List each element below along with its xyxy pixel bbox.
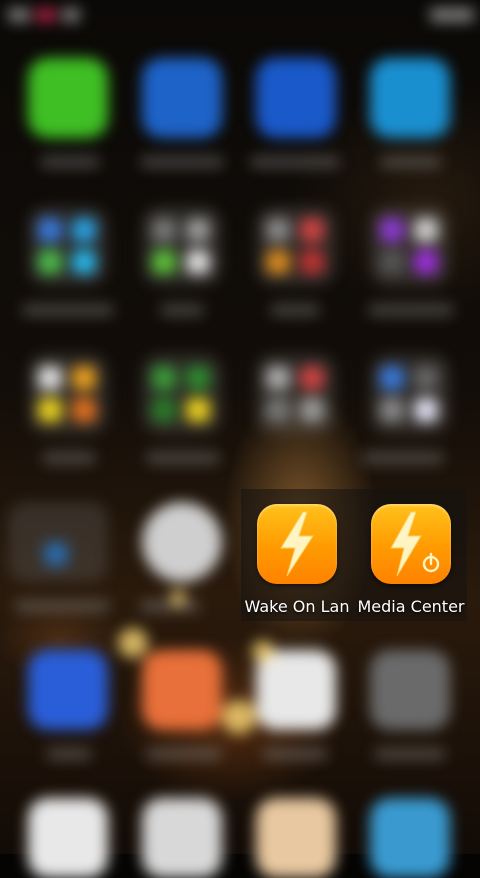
app-folder[interactable] [142, 206, 222, 286]
blurred-home-screen [0, 0, 480, 878]
media-center-app-icon[interactable] [371, 504, 451, 584]
lightning-bolt-power-icon [390, 511, 440, 577]
bokeh-light [222, 700, 256, 734]
app-folder[interactable] [256, 206, 336, 286]
folder-label [146, 452, 220, 464]
media-center-label[interactable]: Media Center [355, 597, 467, 616]
status-bar [0, 0, 480, 32]
folder-label [362, 452, 444, 464]
clock-app-icon[interactable] [28, 798, 108, 878]
wifi-icon [62, 8, 80, 22]
app-icon[interactable] [370, 798, 450, 878]
app-label [46, 748, 92, 760]
gallery-app-icon[interactable] [370, 650, 450, 730]
notification-icon [36, 8, 56, 22]
settings-app-icon[interactable] [142, 502, 222, 582]
app-icon[interactable] [142, 798, 222, 878]
messaging-app-icon[interactable] [256, 58, 336, 138]
app-label [380, 156, 442, 168]
app-folder[interactable] [28, 354, 108, 434]
bokeh-light [118, 628, 148, 658]
app-folder[interactable] [256, 354, 336, 434]
app-label [250, 156, 340, 168]
app-label [140, 156, 224, 168]
bokeh-light [170, 590, 186, 606]
app-label [146, 748, 222, 760]
signal-icon [8, 8, 30, 22]
app-folder[interactable] [28, 206, 108, 286]
app-folder[interactable] [370, 206, 450, 286]
browser-app-icon[interactable] [370, 58, 450, 138]
app-folder[interactable] [8, 502, 108, 582]
app-folder[interactable] [142, 354, 222, 434]
calendar-app-icon[interactable] [142, 650, 222, 730]
folder-label [14, 600, 110, 612]
folder-label [160, 304, 204, 316]
app-label [374, 748, 446, 760]
folder-label [42, 452, 96, 464]
folder-label [270, 304, 320, 316]
folder-label [22, 304, 114, 316]
app-label [262, 748, 328, 760]
email-app-icon[interactable] [28, 650, 108, 730]
app-folder[interactable] [370, 354, 450, 434]
maps-app-icon[interactable] [256, 798, 336, 878]
clock [430, 8, 474, 22]
camera-app-icon[interactable] [256, 650, 336, 730]
app-label [40, 156, 100, 168]
phone-app-icon[interactable] [28, 58, 108, 138]
lightning-bolt-icon [280, 511, 314, 577]
contacts-app-icon[interactable] [142, 58, 222, 138]
folder-label [368, 304, 454, 316]
bokeh-light [252, 640, 274, 662]
wake-on-lan-app-icon[interactable] [257, 504, 337, 584]
wake-on-lan-label[interactable]: Wake On Lan [243, 597, 351, 616]
